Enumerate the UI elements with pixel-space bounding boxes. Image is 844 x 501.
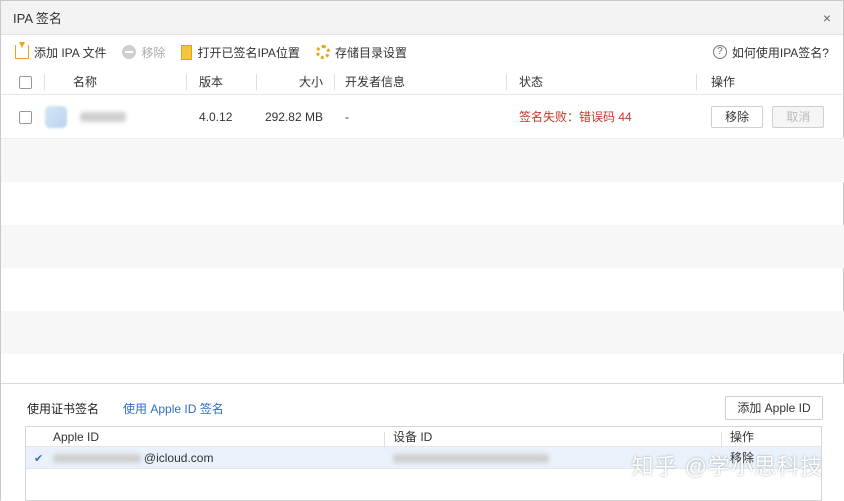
- app-developer: -: [345, 109, 349, 124]
- col-developer[interactable]: 开发者信息: [335, 69, 507, 95]
- title-bar: IPA 签名 ×: [1, 1, 843, 35]
- close-icon[interactable]: ×: [823, 10, 831, 26]
- select-all-checkbox[interactable]: [19, 75, 32, 89]
- device-id-redacted: [393, 453, 549, 463]
- app-version: 4.0.12: [199, 109, 233, 124]
- row-checkbox-cell: [1, 95, 45, 139]
- select-all-cell: [1, 69, 45, 95]
- empty-row: [1, 139, 844, 182]
- add-file-icon: [15, 42, 29, 59]
- watermark-text: 知乎 @学小思科技: [631, 454, 823, 479]
- empty-row: [1, 311, 844, 354]
- col-name[interactable]: 名称: [45, 69, 187, 95]
- row-cancel-button[interactable]: 取消: [772, 105, 825, 128]
- tab-cert-sign[interactable]: 使用证书签名: [27, 400, 99, 417]
- add-apple-id-button[interactable]: 添加 Apple ID: [725, 396, 823, 420]
- folder-icon: [181, 44, 193, 60]
- col-apple-id: Apple ID: [26, 427, 385, 448]
- storage-settings-button[interactable]: 存储目录设置: [315, 44, 407, 61]
- window-title: IPA 签名: [13, 11, 62, 26]
- storage-settings-label: 存储目录设置: [334, 45, 407, 60]
- empty-row: [1, 354, 844, 379]
- gear-icon: [315, 45, 330, 59]
- col-size[interactable]: 大小: [257, 69, 335, 95]
- table-header: 名称 版本 大小 开发者信息 状态 操作: [1, 69, 844, 95]
- check-icon: ✔: [34, 452, 44, 465]
- table-row[interactable]: 4.0.12 292.82 MB - 签名失败：错误码 44 移除 取消: [1, 95, 844, 139]
- open-signed-folder-button[interactable]: 打开已签名IPA位置: [181, 44, 300, 61]
- col-actions: 操作: [711, 74, 736, 89]
- ipa-table: 名称 版本 大小 开发者信息 状态 操作 4.0.12 292.82 MB - …: [1, 69, 844, 379]
- remove-icon: [122, 45, 137, 59]
- add-ipa-label: 添加 IPA 文件: [34, 45, 107, 60]
- ipa-sign-window: IPA 签名 × 添加 IPA 文件 移除 打开已签名IPA位置 存储目录设置 …: [0, 0, 844, 501]
- apple-id-table-header: Apple ID 设备 ID 操作: [26, 427, 821, 448]
- app-size: 292.82 MB: [264, 109, 323, 124]
- empty-row: [1, 225, 844, 268]
- empty-row: [1, 268, 844, 311]
- remove-button[interactable]: 移除: [122, 44, 165, 61]
- col-device-id: 设备 ID: [385, 427, 722, 448]
- add-ipa-button[interactable]: 添加 IPA 文件: [15, 42, 107, 61]
- col-version[interactable]: 版本: [187, 69, 257, 95]
- help-icon: ?: [712, 45, 727, 59]
- apple-id-cell: ✔ @icloud.com: [26, 451, 385, 465]
- row-remove-button[interactable]: 移除: [711, 105, 763, 128]
- remove-label: 移除: [141, 45, 166, 60]
- col-account-actions: 操作: [730, 429, 755, 444]
- toolbar: 添加 IPA 文件 移除 打开已签名IPA位置 存储目录设置 ? 如何使用IPA…: [1, 35, 843, 69]
- signing-tabs: 使用证书签名 使用 Apple ID 签名: [27, 400, 224, 417]
- empty-row: [1, 182, 844, 225]
- apple-id-redacted: [52, 453, 141, 463]
- row-actions: 移除 取消: [697, 95, 843, 139]
- app-icon: [45, 106, 67, 129]
- app-name-cell: [45, 95, 187, 139]
- apple-id-domain: @icloud.com: [143, 450, 214, 465]
- col-status[interactable]: 状态: [507, 69, 697, 95]
- signing-panel: 使用证书签名 使用 Apple ID 签名 添加 Apple ID Apple …: [1, 383, 844, 501]
- help-label: 如何使用IPA签名?: [731, 45, 829, 60]
- help-link[interactable]: ? 如何使用IPA签名?: [712, 44, 829, 61]
- status-text: 签名失败：错误码 44: [519, 109, 632, 124]
- row-checkbox[interactable]: [19, 110, 32, 124]
- open-signed-folder-label: 打开已签名IPA位置: [197, 45, 300, 60]
- tab-apple-id-sign[interactable]: 使用 Apple ID 签名: [123, 400, 224, 417]
- app-name-redacted: [80, 112, 127, 123]
